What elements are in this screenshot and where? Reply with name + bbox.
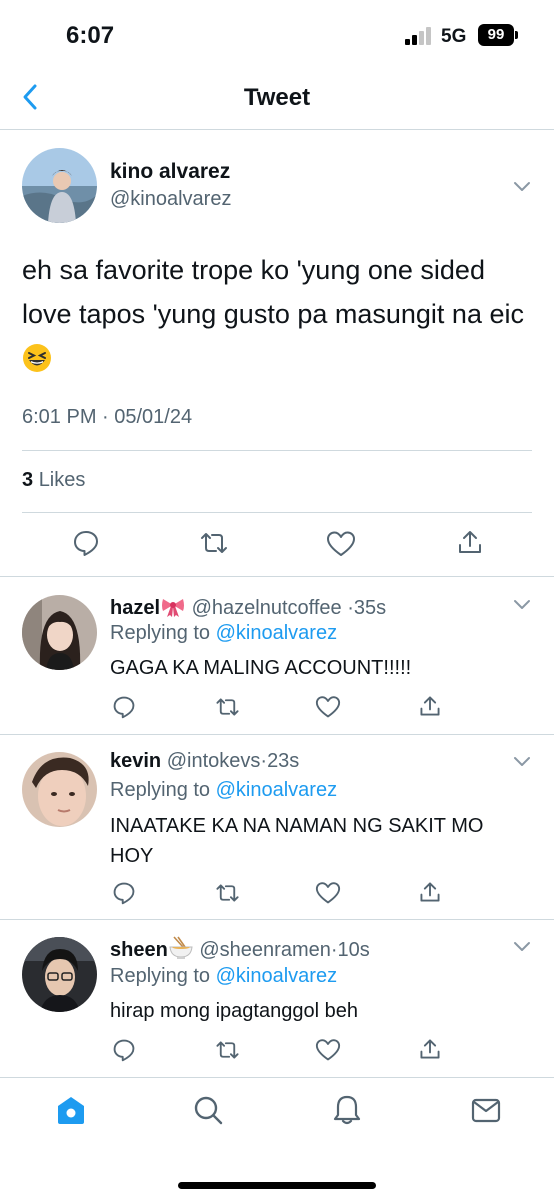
ribbon-emoji — [162, 599, 185, 617]
ramen-emoji — [169, 936, 193, 959]
notifications-icon[interactable] — [331, 1094, 363, 1126]
replying-to: Replying to @kinoalvarez — [110, 965, 337, 988]
reply-avatar[interactable] — [22, 752, 97, 827]
reply-time: 10s — [337, 939, 370, 961]
reply-icon[interactable] — [112, 1038, 136, 1062]
like-icon[interactable] — [326, 530, 356, 558]
divider — [22, 450, 532, 451]
cellular-signal-icon — [405, 27, 435, 45]
reply-header: kevin @intokevs·23s — [110, 750, 299, 773]
status-time: 6:07 — [66, 22, 115, 49]
divider — [0, 576, 554, 577]
chevron-down-icon[interactable] — [512, 180, 532, 194]
search-icon[interactable] — [192, 1094, 224, 1126]
share-icon[interactable] — [418, 694, 442, 718]
retweet-icon[interactable] — [214, 695, 241, 719]
author-avatar[interactable] — [22, 148, 97, 223]
tweet-text: eh sa favorite trope ko 'yung one sided … — [22, 248, 532, 380]
dot-separator: · — [330, 939, 338, 961]
share-icon[interactable] — [456, 528, 484, 556]
replying-to-label: Replying to — [110, 622, 211, 644]
chevron-down-icon[interactable] — [512, 598, 532, 612]
author-name[interactable]: kino alvarez — [110, 160, 230, 184]
messages-icon[interactable] — [470, 1094, 502, 1126]
replying-to-mention[interactable]: @kinoalvarez — [216, 622, 337, 644]
retweet-icon[interactable] — [214, 881, 241, 905]
reply-author-handle[interactable]: @hazelnutcoffee — [192, 597, 342, 619]
network-type: 5G — [441, 26, 467, 47]
reply-author-name[interactable]: kevin — [110, 750, 161, 772]
divider — [0, 919, 554, 920]
reply-icon[interactable] — [112, 695, 136, 719]
reply-text: hirap mong ipagtanggol beh — [110, 1000, 358, 1022]
tweet-text-body: eh sa favorite trope ko 'yung one sided … — [22, 255, 524, 329]
retweet-icon[interactable] — [214, 1038, 241, 1062]
reply-author-name[interactable]: sheen — [110, 939, 168, 961]
share-icon[interactable] — [418, 880, 442, 904]
tweet-timestamp: 6:01 PM · 05/01/24 — [22, 406, 193, 428]
home-icon[interactable] — [55, 1094, 87, 1126]
reply-time: 35s — [353, 597, 387, 619]
reply-text: INAATAKE KA NA NAMAN NG SAKIT MO HOY — [110, 815, 484, 867]
likes-row[interactable]: 3 Likes — [22, 469, 85, 492]
reply-author-name[interactable]: hazel — [110, 597, 160, 619]
page-title: Tweet — [243, 84, 311, 111]
likes-count: 3 — [22, 469, 34, 491]
like-icon[interactable] — [315, 1038, 341, 1062]
reply-icon[interactable] — [72, 529, 100, 557]
replying-to-label: Replying to — [110, 779, 211, 801]
reply-text: GAGA KA MALING ACCOUNT!!!!! — [110, 657, 412, 679]
reply-avatar[interactable] — [22, 937, 97, 1012]
chevron-down-icon[interactable] — [512, 755, 532, 769]
reply-author-handle[interactable]: @sheenramen — [199, 939, 330, 961]
header: Tweet — [0, 70, 554, 130]
likes-label: Likes — [38, 469, 86, 491]
battery-nub — [515, 31, 518, 39]
battery-icon: 99 — [478, 24, 514, 46]
retweet-icon[interactable] — [198, 529, 230, 557]
reply-icon[interactable] — [112, 881, 136, 905]
replying-to-mention[interactable]: @kinoalvarez — [216, 779, 337, 801]
like-icon[interactable] — [315, 881, 341, 905]
like-icon[interactable] — [315, 695, 341, 719]
replying-to: Replying to @kinoalvarez — [110, 622, 337, 645]
divider — [22, 512, 532, 513]
replying-to-label: Replying to — [110, 965, 211, 987]
author-handle[interactable]: @kinoalvarez — [110, 188, 231, 211]
reply-avatar[interactable] — [22, 595, 97, 670]
dot-separator: · — [347, 597, 354, 619]
home-indicator — [178, 1182, 376, 1189]
reply-header: hazel @hazelnutcoffee ·35s — [110, 593, 386, 620]
share-icon[interactable] — [418, 1037, 442, 1061]
status-bar: 6:07 5G 99 — [0, 0, 554, 70]
divider — [0, 734, 554, 735]
reply-header: sheen @sheenramen·10s — [110, 935, 370, 962]
chevron-down-icon[interactable] — [512, 940, 532, 954]
replying-to: Replying to @kinoalvarez — [110, 779, 337, 802]
replying-to-mention[interactable]: @kinoalvarez — [216, 965, 337, 987]
reply-time: 23s — [267, 750, 300, 772]
reply-author-handle[interactable]: @intokevs — [167, 750, 261, 772]
grinning-squinting-face-emoji — [23, 344, 51, 372]
